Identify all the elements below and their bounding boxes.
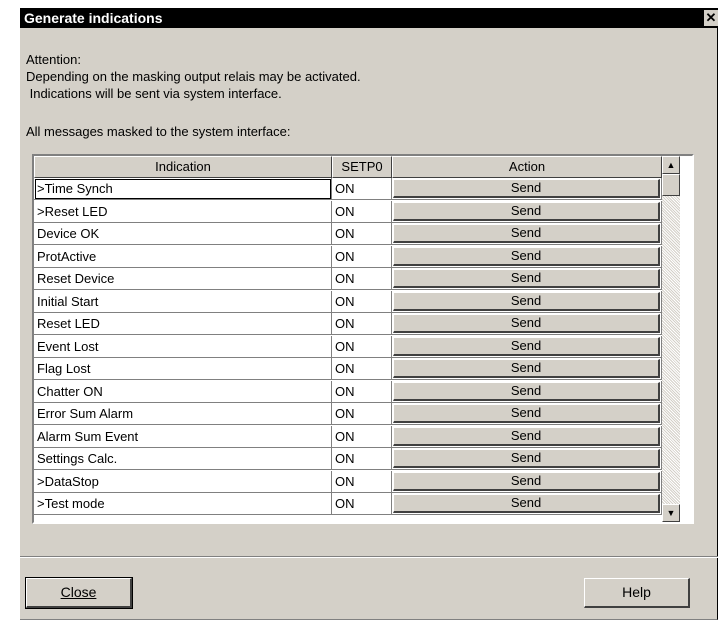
indication-cell[interactable]: Event Lost [34,335,332,358]
action-cell: Send [392,335,662,358]
table-row[interactable]: Event Lost ON Send [34,335,662,358]
send-button[interactable]: Send [393,471,660,491]
indication-cell[interactable]: Initial Start [34,290,332,313]
table-row[interactable]: >Test mode ON Send [34,493,662,515]
send-button[interactable]: Send [393,179,660,198]
send-button[interactable]: Send [393,291,660,311]
indications-table[interactable]: Indication SETP0 Action >Time Synch ON Sen… [32,154,694,524]
action-cell: Send [392,403,662,425]
indication-cell[interactable]: >Test mode [34,493,332,515]
setp0-cell[interactable]: ON [332,245,392,268]
send-button[interactable]: Send [393,269,660,288]
info-line-2: Indications will be sent via system inte… [26,86,282,101]
action-cell: Send [392,178,662,200]
column-header-indication[interactable]: Indication [34,156,332,178]
indication-cell[interactable]: Reset LED [34,313,332,335]
table-row[interactable]: Error Sum Alarm ON Send [34,403,662,425]
table-row[interactable]: >Time Synch ON Send [34,178,662,200]
send-button[interactable]: Send [393,404,660,423]
action-cell: Send [392,245,662,268]
setp0-cell[interactable]: ON [332,335,392,358]
send-button[interactable]: Send [393,449,660,468]
send-button[interactable]: Send [393,381,660,401]
table-row[interactable]: ProtActive ON Send [34,245,662,268]
vertical-scrollbar[interactable]: ▲ ▼ [662,156,680,522]
indication-cell[interactable]: ProtActive [34,245,332,268]
generate-indications-dialog: Generate indications ✕ Attention: Depend… [20,8,718,620]
close-button[interactable]: Close [25,577,133,609]
table-row[interactable]: >Reset LED ON Send [34,200,662,223]
indication-cell[interactable]: >DataStop [34,470,332,493]
indication-cell[interactable]: Alarm Sum Event [34,425,332,448]
send-button[interactable]: Send [393,426,660,446]
setp0-cell[interactable]: ON [332,358,392,380]
table-row[interactable]: Initial Start ON Send [34,290,662,313]
setp0-cell[interactable]: ON [332,493,392,515]
setp0-cell[interactable]: ON [332,268,392,290]
indication-cell[interactable]: >Reset LED [34,200,332,223]
scrollbar-thumb[interactable] [662,174,680,196]
setp0-cell[interactable]: ON [332,200,392,223]
send-button[interactable]: Send [393,336,660,356]
list-caption: All messages masked to the system interf… [26,124,291,139]
indication-cell[interactable]: Flag Lost [34,358,332,380]
indication-cell[interactable]: Reset Device [34,268,332,290]
arrow-down-icon[interactable]: ▼ [662,504,680,522]
separator [20,556,718,558]
setp0-cell[interactable]: ON [332,448,392,470]
table-row[interactable]: Reset LED ON Send [34,313,662,335]
column-header-setp0[interactable]: SETP0 [332,156,392,178]
indication-cell[interactable]: Chatter ON [34,380,332,403]
send-button[interactable]: Send [393,246,660,266]
setp0-cell[interactable]: ON [332,403,392,425]
action-cell: Send [392,268,662,290]
column-header-action[interactable]: Action [392,156,662,178]
info-line-1: Depending on the masking output relais m… [26,69,361,84]
action-cell: Send [392,313,662,335]
setp0-cell[interactable]: ON [332,290,392,313]
action-cell: Send [392,358,662,380]
send-button[interactable]: Send [393,224,660,243]
indication-cell[interactable]: Settings Calc. [34,448,332,470]
action-cell: Send [392,290,662,313]
close-icon[interactable]: ✕ [704,10,718,26]
indication-cell[interactable]: >Time Synch [34,178,332,200]
help-button-label: Help [622,584,651,600]
setp0-cell[interactable]: ON [332,470,392,493]
action-cell: Send [392,200,662,223]
setp0-cell[interactable]: ON [332,313,392,335]
table-row[interactable]: Settings Calc. ON Send [34,448,662,470]
attention-label: Attention: [26,52,81,67]
setp0-cell[interactable]: ON [332,178,392,200]
table-row[interactable]: Reset Device ON Send [34,268,662,290]
action-cell: Send [392,448,662,470]
action-cell: Send [392,380,662,403]
help-button[interactable]: Help [584,578,690,608]
setp0-cell[interactable]: ON [332,425,392,448]
title-bar[interactable]: Generate indications ✕ [20,8,718,28]
table-row[interactable]: Alarm Sum Event ON Send [34,425,662,448]
close-button-label: Close [60,584,97,600]
indication-cell[interactable]: Device OK [34,223,332,245]
table-row[interactable]: Flag Lost ON Send [34,358,662,380]
table-row[interactable]: >DataStop ON Send [34,470,662,493]
send-button[interactable]: Send [393,494,660,513]
send-button[interactable]: Send [393,314,660,333]
table-row[interactable]: Chatter ON ON Send [34,380,662,403]
table-row[interactable]: Device OK ON Send [34,223,662,245]
action-cell: Send [392,470,662,493]
indication-cell[interactable]: Error Sum Alarm [34,403,332,425]
action-cell: Send [392,425,662,448]
action-cell: Send [392,493,662,515]
send-button[interactable]: Send [393,359,660,378]
setp0-cell[interactable]: ON [332,223,392,245]
window-title: Generate indications [24,10,163,26]
send-button[interactable]: Send [393,201,660,221]
setp0-cell[interactable]: ON [332,380,392,403]
action-cell: Send [392,223,662,245]
arrow-up-icon[interactable]: ▲ [662,156,680,174]
